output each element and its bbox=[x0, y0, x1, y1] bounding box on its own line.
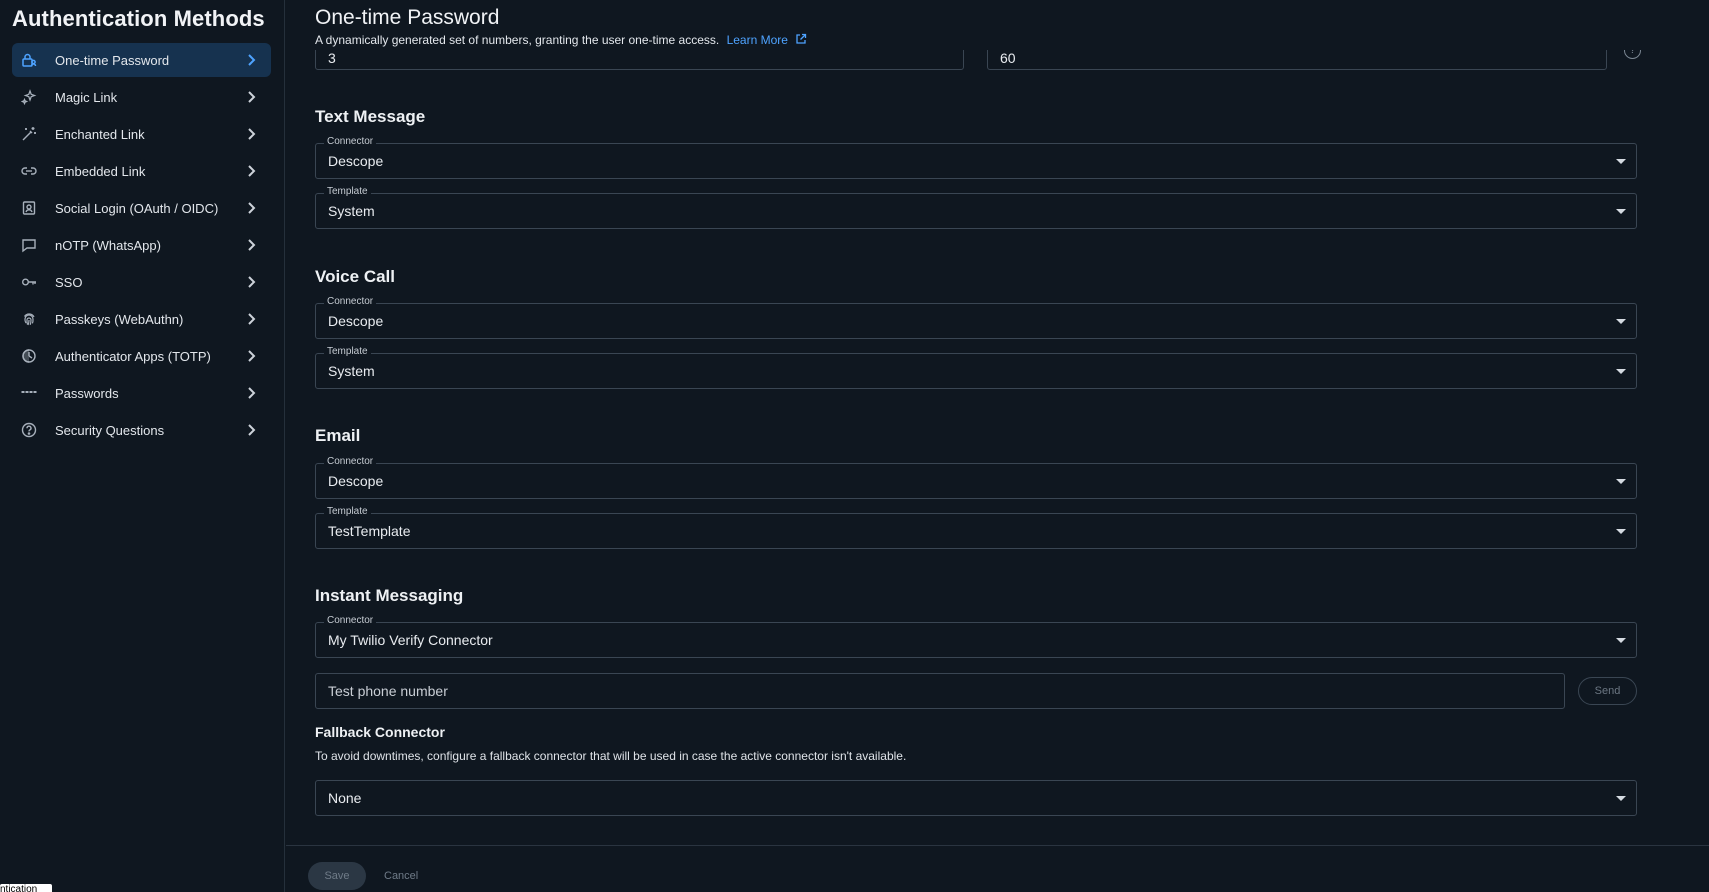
sidebar-item-security-questions[interactable]: Security Questions bbox=[12, 413, 271, 447]
caret-down-icon bbox=[1616, 479, 1626, 484]
caret-down-icon bbox=[1616, 159, 1626, 164]
template-value: System bbox=[328, 203, 375, 219]
caret-down-icon bbox=[1616, 529, 1626, 534]
id-badge-icon bbox=[20, 199, 38, 217]
save-button[interactable]: Save bbox=[308, 862, 366, 890]
sidebar-item-enchanted-link[interactable]: Enchanted Link bbox=[12, 117, 271, 151]
chevron-right-icon bbox=[239, 313, 263, 325]
test-phone-placeholder: Test phone number bbox=[328, 683, 448, 699]
caret-down-icon bbox=[1616, 638, 1626, 643]
connector-value: Descope bbox=[328, 153, 384, 169]
sidebar-item-label: Magic Link bbox=[55, 89, 118, 105]
sidebar-item-passkeys[interactable]: Passkeys (WebAuthn) bbox=[12, 302, 271, 336]
chevron-right-icon bbox=[239, 202, 263, 214]
template-value: TestTemplate bbox=[328, 523, 411, 539]
chat-bubble-icon bbox=[20, 236, 38, 254]
connector-value: My Twilio Verify Connector bbox=[328, 632, 493, 648]
sidebar-item-label: SSO bbox=[55, 274, 83, 290]
chevron-right-icon bbox=[239, 91, 263, 103]
question-circle-icon bbox=[20, 421, 38, 439]
page-description: A dynamically generated set of numbers, … bbox=[315, 33, 807, 47]
chevron-right-icon bbox=[239, 239, 263, 251]
sidebar-item-magic-link[interactable]: Magic Link bbox=[12, 80, 271, 114]
chevron-right-icon bbox=[239, 54, 263, 66]
caret-down-icon bbox=[1616, 319, 1626, 324]
test-phone-input[interactable]: Test phone number bbox=[315, 673, 1565, 709]
key-icon bbox=[20, 273, 38, 291]
text-message-template-select[interactable]: Template System bbox=[315, 186, 1637, 229]
sidebar-nav: One-time Password Magic Link Enchanted L… bbox=[12, 43, 271, 450]
page-title: One-time Password bbox=[315, 6, 500, 29]
sidebar-item-authenticator-apps[interactable]: Authenticator Apps (TOTP) bbox=[12, 339, 271, 373]
text-message-title: Text Message bbox=[315, 107, 426, 126]
chevron-right-icon bbox=[239, 387, 263, 399]
link-icon bbox=[20, 162, 38, 180]
chevron-right-icon bbox=[239, 128, 263, 140]
fallback-value: None bbox=[328, 790, 362, 806]
authenticator-icon bbox=[20, 347, 38, 365]
tooltip-fragment: ntication bbox=[0, 884, 52, 892]
caret-down-icon bbox=[1616, 209, 1626, 214]
email-connector-select[interactable]: Connector Descope bbox=[315, 456, 1637, 499]
sidebar-item-label: Security Questions bbox=[55, 422, 165, 438]
sidebar-item-label: One-time Password bbox=[55, 52, 170, 68]
sidebar-item-sso[interactable]: SSO bbox=[12, 265, 271, 299]
fallback-connector-select[interactable]: None bbox=[315, 780, 1637, 816]
dots-icon bbox=[20, 384, 38, 402]
sidebar-item-social-login[interactable]: Social Login (OAuth / OIDC) bbox=[12, 191, 271, 225]
description-text: A dynamically generated set of numbers, … bbox=[315, 33, 720, 47]
fallback-connector-title: Fallback Connector bbox=[315, 724, 445, 740]
page-header: One-time Password A dynamically generate… bbox=[286, 0, 1709, 50]
connector-value: Descope bbox=[328, 313, 384, 329]
sidebar-item-label: Authenticator Apps (TOTP) bbox=[55, 348, 211, 364]
sidebar-item-label: Social Login (OAuth / OIDC) bbox=[55, 200, 219, 216]
fingerprint-icon bbox=[20, 310, 38, 328]
email-template-select[interactable]: Template TestTemplate bbox=[315, 506, 1637, 549]
learn-more-link[interactable]: Learn More bbox=[727, 33, 808, 47]
chevron-right-icon bbox=[239, 276, 263, 288]
external-link-icon bbox=[796, 33, 807, 44]
main-content: 3 60 ? One-time Password A dynamically g… bbox=[286, 0, 1709, 892]
template-value: System bbox=[328, 363, 375, 379]
sidebar-item-label: Embedded Link bbox=[55, 163, 146, 179]
footer-bar: Save Cancel bbox=[286, 845, 1709, 892]
sparkles-icon bbox=[20, 88, 38, 106]
chevron-right-icon bbox=[239, 350, 263, 362]
instant-messaging-connector-select[interactable]: Connector My Twilio Verify Connector bbox=[315, 615, 1637, 658]
learn-more-label: Learn More bbox=[726, 33, 788, 47]
sidebar-item-label: Passkeys (WebAuthn) bbox=[55, 311, 184, 327]
sidebar-item-passwords[interactable]: Passwords bbox=[12, 376, 271, 410]
sidebar-item-embedded-link[interactable]: Embedded Link bbox=[12, 154, 271, 188]
sidebar-item-notp-whatsapp[interactable]: nOTP (WhatsApp) bbox=[12, 228, 271, 262]
wand-icon bbox=[20, 125, 38, 143]
sidebar-item-label: Passwords bbox=[55, 385, 119, 401]
connector-value: Descope bbox=[328, 473, 384, 489]
text-message-connector-select[interactable]: Connector Descope bbox=[315, 136, 1637, 179]
voice-call-connector-select[interactable]: Connector Descope bbox=[315, 296, 1637, 339]
instant-messaging-title: Instant Messaging bbox=[315, 586, 464, 605]
cancel-button[interactable]: Cancel bbox=[384, 862, 418, 890]
sidebar-item-one-time-password[interactable]: One-time Password bbox=[12, 43, 271, 77]
sidebar-item-label: Enchanted Link bbox=[55, 126, 145, 142]
voice-call-title: Voice Call bbox=[315, 267, 395, 286]
sidebar-item-label: nOTP (WhatsApp) bbox=[55, 237, 161, 253]
send-button[interactable]: Send bbox=[1578, 677, 1637, 705]
chevron-right-icon bbox=[239, 424, 263, 436]
chevron-right-icon bbox=[239, 165, 263, 177]
sidebar: Authentication Methods One-time Password… bbox=[0, 0, 285, 892]
sidebar-title: Authentication Methods bbox=[12, 6, 265, 31]
voice-call-template-select[interactable]: Template System bbox=[315, 346, 1637, 389]
lock-user-icon bbox=[20, 51, 38, 69]
caret-down-icon bbox=[1616, 369, 1626, 374]
email-title: Email bbox=[315, 426, 361, 445]
fallback-connector-description: To avoid downtimes, configure a fallback… bbox=[315, 749, 907, 763]
caret-down-icon bbox=[1616, 796, 1626, 801]
